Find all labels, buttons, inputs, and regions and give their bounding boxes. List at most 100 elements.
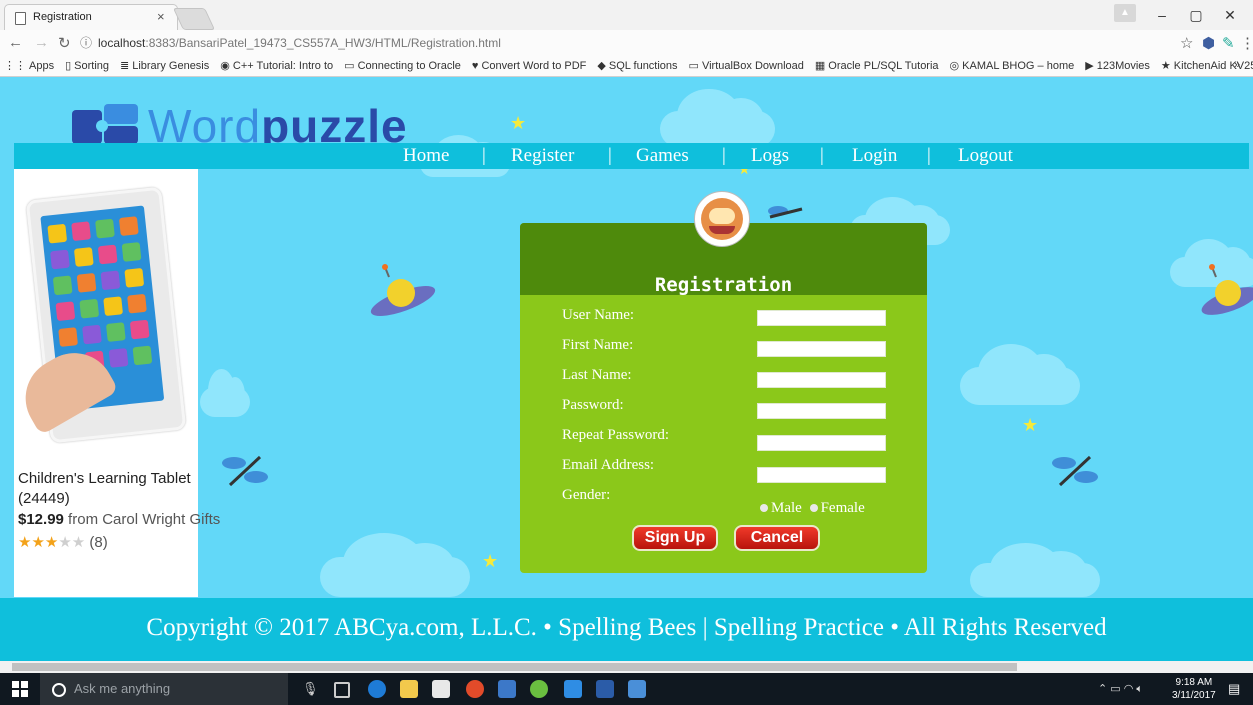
ad-seller: from Carol Wright Gifts <box>63 511 221 528</box>
ad-review-count: (8) <box>85 534 108 551</box>
back-icon[interactable]: ← <box>8 34 23 51</box>
ad-price: $12.99 <box>18 511 64 528</box>
profile-icon[interactable]: ▲ <box>1114 4 1136 22</box>
file-explorer-icon[interactable] <box>400 680 418 698</box>
virtualbox-icon[interactable] <box>564 680 582 698</box>
bookmark-label: KitchenAid KV25G0X <box>1173 60 1253 72</box>
cortana-search[interactable]: Ask me anything <box>40 673 288 705</box>
bookmark-item[interactable]: ⋮⋮ Apps <box>4 59 54 72</box>
bookmark-icon: ◉ <box>220 60 230 72</box>
bookmark-item[interactable]: ▭ VirtualBox Download <box>689 59 804 72</box>
bookmark-item[interactable]: ▶ 123Movies <box>1085 59 1150 72</box>
bookmark-label: Apps <box>29 60 55 72</box>
reload-icon[interactable]: ↻ <box>58 34 71 52</box>
bookmark-star-icon[interactable]: ☆ <box>1180 34 1193 52</box>
password-field[interactable] <box>757 403 886 419</box>
star-decoration: ★ <box>482 551 499 571</box>
notifications-icon[interactable]: ▤ <box>1228 681 1240 697</box>
nav-login[interactable]: Login <box>852 145 897 167</box>
task-view-icon[interactable] <box>334 682 350 698</box>
bookmark-icon: ▦ <box>814 60 826 72</box>
product-ad[interactable]: Children's Learning Tablet (24449) $12.9… <box>11 169 220 597</box>
bookmark-label: Library Genesis <box>132 60 210 72</box>
store-icon[interactable] <box>432 680 450 698</box>
bookmark-item[interactable]: ≣ Library Genesis <box>120 59 209 72</box>
email-field[interactable] <box>757 467 886 483</box>
nav-logout[interactable]: Logout <box>958 145 1013 167</box>
ufo-decoration <box>1201 264 1253 315</box>
bookmark-item[interactable]: ◉ C++ Tutorial: Intro to <box>220 59 333 72</box>
bookmark-icon: ▯ <box>65 60 72 72</box>
bookmark-item[interactable]: ▭ Connecting to Oracle <box>344 59 461 72</box>
bookmark-label: Connecting to Oracle <box>357 60 461 72</box>
cancel-button[interactable]: Cancel <box>734 525 820 551</box>
tab-close-icon[interactable]: × <box>157 9 165 24</box>
chrome-icon[interactable] <box>466 680 484 698</box>
word-icon[interactable] <box>596 680 614 698</box>
clock-date: 3/11/2017 <box>1172 690 1216 701</box>
radio-dot-icon[interactable] <box>760 504 768 513</box>
address-bar[interactable]: ⓘ localhost:8383/BansariPatel_19473_CS557… <box>80 33 1170 53</box>
gender-female-radio[interactable]: Female <box>809 500 865 516</box>
menu-icon[interactable]: ⋮ <box>1240 34 1253 52</box>
bookmark-icon: ▶ <box>1085 60 1094 72</box>
firstname-field[interactable] <box>757 341 886 357</box>
bookmark-label: SQL functions <box>608 60 678 72</box>
minimize-icon[interactable]: – <box>1146 2 1178 28</box>
close-window-icon[interactable]: ✕ <box>1214 2 1246 28</box>
bookmarks-bar: ⋮⋮ Apps ▯ Sorting ≣ Library Genesis ◉ C++ Tutor… <box>0 56 1253 77</box>
mongodb-icon[interactable] <box>530 680 548 698</box>
password-label: Password: <box>562 397 624 413</box>
netbeans-icon[interactable] <box>498 680 516 698</box>
bookmark-item[interactable]: ▯ Sorting <box>65 59 109 72</box>
rating-stars-filled: ★★★ <box>18 534 59 551</box>
radio-dot-icon[interactable] <box>809 504 818 513</box>
signup-button[interactable]: Sign Up <box>632 525 718 551</box>
gender-label: Gender: <box>562 487 611 503</box>
gender-male-radio[interactable]: Male <box>760 500 802 516</box>
horizontal-scrollbar[interactable] <box>0 661 1253 673</box>
scrollbar-thumb[interactable] <box>12 663 1017 671</box>
nav-separator: | <box>482 145 486 166</box>
bookmark-item[interactable]: ◎ KAMAL BHOG – home <box>950 59 1075 72</box>
forward-icon[interactable]: → <box>34 34 49 51</box>
extension-shield-icon[interactable]: ⬢ <box>1202 34 1215 52</box>
bookmark-icon: ◎ <box>949 60 960 72</box>
cloud-decoration <box>200 369 250 417</box>
repeat-password-field[interactable] <box>757 435 886 451</box>
page-icon <box>15 12 26 25</box>
bookmark-label: 123Movies <box>1096 60 1150 72</box>
nav-separator: | <box>820 145 824 166</box>
nav-separator: | <box>927 145 931 166</box>
form-title: Registration <box>654 274 793 296</box>
clock[interactable]: 9:18 AM 3/11/2017 <box>1172 676 1216 702</box>
bookmark-item[interactable]: ◆ SQL functions <box>597 59 677 72</box>
info-icon[interactable]: ⓘ <box>80 36 92 50</box>
lastname-field[interactable] <box>757 372 886 388</box>
ad-title[interactable]: Children's Learning Tablet <box>18 469 191 489</box>
copyright-text: Copyright © 2017 ABCya.com, L.L.C. • Spe… <box>146 614 1107 641</box>
bookmark-label: C++ Tutorial: Intro to <box>232 60 334 72</box>
nav-register[interactable]: Register <box>511 145 574 167</box>
system-tray[interactable]: ⌃ ▭ ◠ 🔈︎ <box>1098 682 1143 696</box>
extension-brush-icon[interactable]: ✎ <box>1222 34 1235 52</box>
username-field[interactable] <box>757 310 886 326</box>
new-tab-button[interactable] <box>172 8 216 30</box>
windows-start-icon[interactable] <box>12 681 28 697</box>
url-path: :8383/BansariPatel_19473_CS557A_HW3/HTML… <box>145 36 501 50</box>
microphone-icon[interactable]: 🎙︎ <box>302 681 319 697</box>
nav-games[interactable]: Games <box>636 145 689 167</box>
nav-logs[interactable]: Logs <box>751 145 789 167</box>
email-label: Email Address: <box>562 457 655 473</box>
browser-tab[interactable]: Registration × <box>4 4 178 31</box>
bookmarks-overflow[interactable]: » <box>1234 59 1240 71</box>
photos-icon[interactable] <box>628 680 646 698</box>
bookmark-icon: ★ <box>1160 60 1171 72</box>
cloud-decoration <box>320 533 470 597</box>
nav-home[interactable]: Home <box>403 145 449 167</box>
bookmark-item[interactable]: ♥ Convert Word to PDF <box>472 60 586 72</box>
tab-title: Registration <box>33 11 92 23</box>
bookmark-item[interactable]: ▦ Oracle PL/SQL Tutoria <box>815 59 939 72</box>
maximize-icon[interactable]: ▢ <box>1180 2 1212 28</box>
edge-icon[interactable] <box>368 680 386 698</box>
